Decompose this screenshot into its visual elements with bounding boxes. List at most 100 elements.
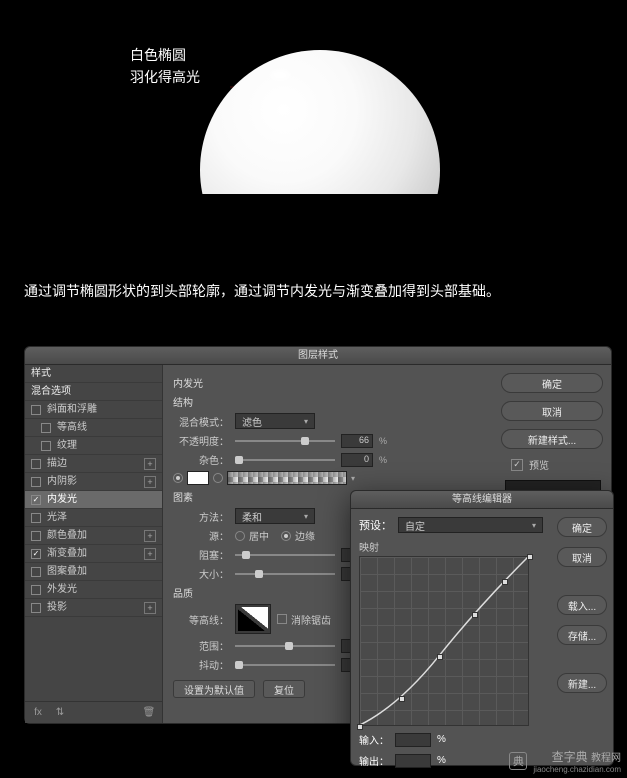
effect-label: 投影 — [47, 599, 144, 617]
choke-label: 阻塞： — [173, 547, 229, 562]
reset-button[interactable]: 复位 — [263, 680, 305, 698]
watermark-logo-icon: 典 — [509, 752, 527, 770]
effect-label: 外发光 — [47, 581, 156, 599]
effect-checkbox[interactable] — [31, 459, 41, 469]
effect-item-0[interactable]: 斜面和浮雕 — [25, 401, 162, 419]
blend-mode-dropdown[interactable]: 滤色 — [235, 413, 315, 429]
trash-icon[interactable]: 🗑 — [142, 706, 156, 720]
effect-checkbox[interactable] — [31, 405, 41, 415]
inner-glow-heading: 内发光 — [173, 375, 483, 390]
up-down-icon[interactable]: ⇅ — [53, 706, 67, 720]
effect-checkbox[interactable] — [31, 495, 41, 505]
input-label: 输入： — [359, 732, 389, 747]
plus-icon[interactable]: + — [144, 602, 156, 614]
source-label: 源： — [173, 528, 229, 543]
noise-slider[interactable] — [235, 459, 335, 461]
effect-item-5[interactable]: 内发光 — [25, 491, 162, 509]
input-field[interactable] — [395, 733, 431, 747]
effect-item-11[interactable]: 投影+ — [25, 599, 162, 617]
ce-save-button[interactable]: 存储... — [557, 625, 607, 645]
size-label: 大小： — [173, 566, 229, 581]
effect-item-6[interactable]: 光泽 — [25, 509, 162, 527]
effect-checkbox[interactable] — [31, 585, 41, 595]
plus-icon[interactable]: + — [144, 458, 156, 470]
new-style-button[interactable]: 新建样式... — [501, 429, 603, 449]
glow-color-swatch[interactable] — [187, 471, 209, 485]
effect-item-1[interactable]: 等高线 — [25, 419, 162, 437]
curve-point[interactable] — [437, 654, 443, 660]
effect-item-8[interactable]: 渐变叠加+ — [25, 545, 162, 563]
ok-button[interactable]: 确定 — [501, 373, 603, 393]
effect-label: 图案叠加 — [47, 563, 156, 581]
opacity-field[interactable]: 66 — [341, 434, 373, 448]
contour-thumb[interactable] — [235, 604, 271, 634]
effect-label: 内发光 — [47, 491, 156, 509]
source-edge-radio[interactable] — [281, 531, 291, 541]
effect-checkbox[interactable] — [31, 567, 41, 577]
curve-point[interactable] — [399, 696, 405, 702]
fx-icon[interactable]: fx — [31, 706, 45, 720]
effect-checkbox[interactable] — [31, 513, 41, 523]
effect-label: 内阴影 — [47, 473, 144, 491]
noise-label: 杂色： — [173, 452, 229, 467]
antialias-checkbox[interactable] — [277, 614, 287, 624]
preview-checkbox[interactable] — [511, 459, 523, 471]
effect-label: 斜面和浮雕 — [47, 401, 156, 419]
effect-item-7[interactable]: 颜色叠加+ — [25, 527, 162, 545]
effect-item-3[interactable]: 描边+ — [25, 455, 162, 473]
plus-icon[interactable]: + — [144, 476, 156, 488]
jitter-label: 抖动： — [173, 657, 229, 672]
watermark: 典 查字典 教程网 jiaocheng.chazidian.com — [509, 748, 621, 774]
effect-checkbox[interactable] — [31, 549, 41, 559]
reset-default-button[interactable]: 设置为默认值 — [173, 680, 255, 698]
effect-label: 渐变叠加 — [47, 545, 144, 563]
gradient-radio[interactable] — [213, 473, 223, 483]
choke-slider[interactable] — [235, 554, 335, 556]
structure-label: 结构 — [173, 394, 483, 409]
effect-label: 光泽 — [47, 509, 156, 527]
output-label: 输出： — [359, 753, 389, 768]
curve-point[interactable] — [472, 612, 478, 618]
contour-editor-dialog: 等高线编辑器 预设： 自定 映射 输入： % 输出： % — [350, 490, 614, 766]
jitter-slider[interactable] — [235, 664, 335, 666]
output-field[interactable] — [395, 754, 431, 768]
chevron-down-icon[interactable]: ▾ — [351, 474, 355, 483]
technique-label: 方法： — [173, 509, 229, 524]
technique-dropdown[interactable]: 柔和 — [235, 508, 315, 524]
annotation-line1: 白色椭圆 — [130, 44, 200, 66]
effect-item-2[interactable]: 纹理 — [25, 437, 162, 455]
effect-checkbox[interactable] — [31, 531, 41, 541]
noise-field[interactable]: 0 — [341, 453, 373, 467]
gradient-bar[interactable] — [227, 471, 347, 485]
effect-item-10[interactable]: 外发光 — [25, 581, 162, 599]
ce-ok-button[interactable]: 确定 — [557, 517, 607, 537]
size-slider[interactable] — [235, 573, 335, 575]
plus-icon[interactable]: + — [144, 530, 156, 542]
effect-item-9[interactable]: 图案叠加 — [25, 563, 162, 581]
ce-load-button[interactable]: 载入... — [557, 595, 607, 615]
ce-new-button[interactable]: 新建... — [557, 673, 607, 693]
solid-color-radio[interactable] — [173, 473, 183, 483]
range-slider[interactable] — [235, 645, 335, 647]
contour-grid[interactable] — [359, 556, 529, 726]
effect-checkbox[interactable] — [41, 423, 51, 433]
ce-cancel-button[interactable]: 取消 — [557, 547, 607, 567]
effect-checkbox[interactable] — [31, 603, 41, 613]
mapping-label: 映射 — [359, 539, 543, 554]
opacity-slider[interactable] — [235, 440, 335, 442]
effect-checkbox[interactable] — [31, 477, 41, 487]
preset-dropdown[interactable]: 自定 — [398, 517, 543, 533]
effect-checkbox[interactable] — [41, 441, 51, 451]
plus-icon[interactable]: + — [144, 548, 156, 560]
effects-sidebar: 样式 混合选项 斜面和浮雕等高线纹理描边+内阴影+内发光光泽颜色叠加+渐变叠加+… — [25, 365, 163, 723]
curve-point[interactable] — [527, 554, 533, 560]
blend-options-header[interactable]: 混合选项 — [25, 383, 162, 401]
source-center-radio[interactable] — [235, 531, 245, 541]
annotation-line2: 羽化得高光 — [130, 66, 200, 88]
cancel-button[interactable]: 取消 — [501, 401, 603, 421]
styles-header[interactable]: 样式 — [25, 365, 162, 383]
effect-item-4[interactable]: 内阴影+ — [25, 473, 162, 491]
curve-point[interactable] — [502, 579, 508, 585]
dialog-title: 图层样式 — [25, 347, 611, 365]
curve-point[interactable] — [357, 724, 363, 730]
